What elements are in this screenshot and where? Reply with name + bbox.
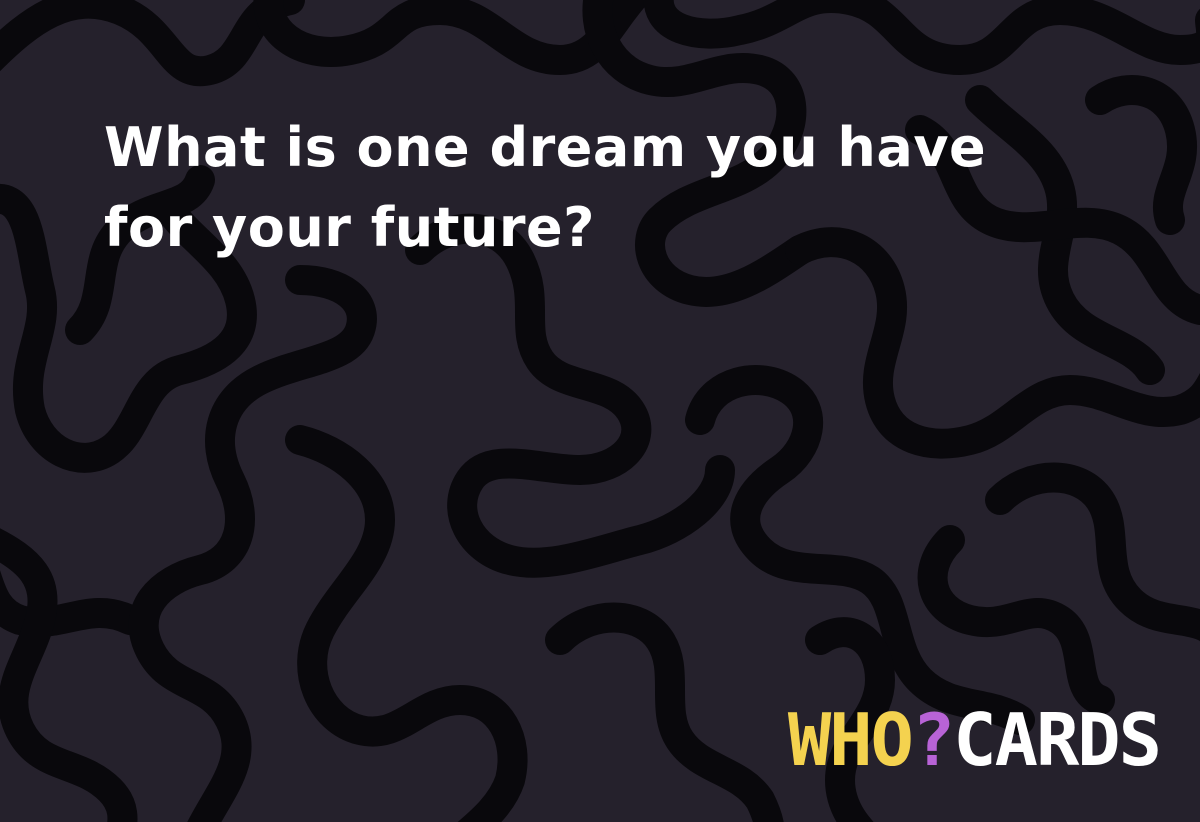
question-text: What is one dream you have for your futu… (104, 116, 987, 259)
logo-who-text: WHO (787, 698, 914, 782)
whocards-logo: WHO ? CARDS (787, 698, 1162, 782)
question-card: What is one dream you have for your futu… (0, 0, 1200, 822)
logo-cards-text: CARDS (953, 698, 1162, 782)
logo-question-mark: ? (911, 698, 955, 782)
